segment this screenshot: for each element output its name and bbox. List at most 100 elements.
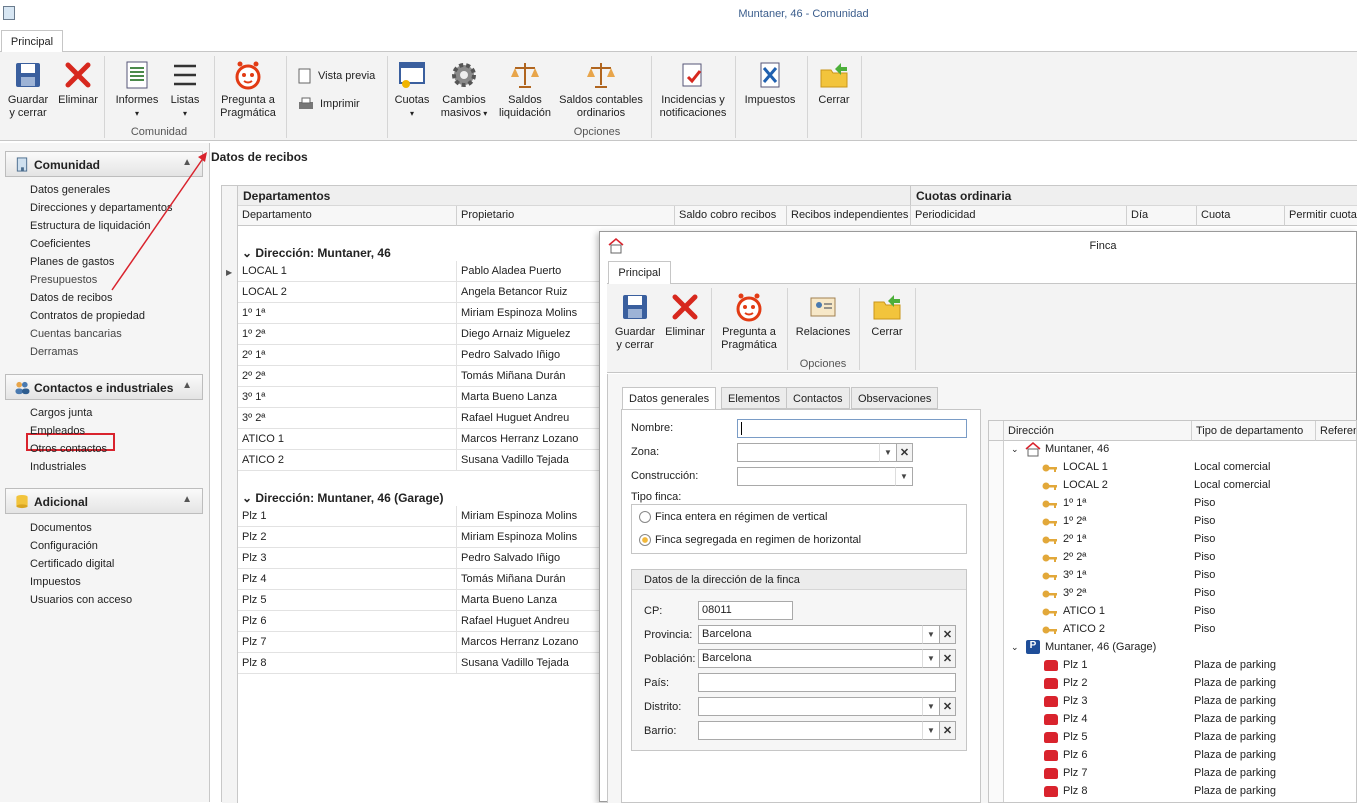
barrio-select[interactable]	[698, 721, 924, 740]
finca-eliminar-button[interactable]: Eliminar	[663, 292, 707, 339]
collapse-icon[interactable]: ▲	[182, 380, 192, 391]
nav-item[interactable]: Certificado digital	[30, 558, 114, 570]
provincia-select[interactable]: Barcelona	[698, 625, 924, 644]
col-header[interactable]: Recibos independientes	[787, 206, 911, 226]
section-contactos[interactable]: Contactos e industriales ▲	[5, 374, 203, 400]
chevron-down-icon[interactable]: ▼	[922, 721, 940, 740]
construccion-select[interactable]	[737, 467, 897, 486]
tree-node[interactable]: ⌄ P Muntaner, 46 (Garage)	[989, 639, 1356, 657]
nav-item[interactable]: Cargos junta	[30, 407, 92, 419]
tree-leaf[interactable]: 1º 1ª Piso	[989, 495, 1356, 513]
chevron-down-icon[interactable]: ⌄	[1011, 444, 1019, 455]
cuotas-button[interactable]: Cuotas ▾	[392, 60, 432, 120]
clear-icon[interactable]: ✕	[939, 697, 956, 716]
nav-item[interactable]: Empleados	[30, 425, 85, 437]
collapse-icon[interactable]: ▲	[182, 157, 192, 168]
nav-item[interactable]: Estructura de liquidación	[30, 220, 150, 232]
group-header[interactable]: ⌄ Dirección: Muntaner, 46 (Garage)	[242, 491, 443, 505]
nav-item[interactable]: Datos generales	[30, 184, 110, 196]
radio-horizontal-label[interactable]: Finca segregada en regimen de horizontal	[655, 534, 861, 546]
tree-leaf[interactable]: 2º 2ª Piso	[989, 549, 1356, 567]
nav-item[interactable]: Direcciones y departamentos	[30, 202, 172, 214]
col-header[interactable]: Permitir cuota	[1285, 206, 1357, 226]
tree-leaf[interactable]: Plz 8 Plaza de parking	[989, 783, 1356, 801]
cambios-masivos-button[interactable]: Cambios masivos ▾	[436, 60, 492, 120]
tree-leaf[interactable]: LOCAL 1 Local comercial	[989, 459, 1356, 477]
section-adicional[interactable]: Adicional ▲	[5, 488, 203, 514]
relaciones-button[interactable]: Relaciones	[793, 292, 853, 339]
impuestos-button[interactable]: Impuestos	[740, 60, 800, 107]
nombre-input[interactable]	[737, 419, 967, 438]
radio-horizontal[interactable]	[639, 534, 651, 546]
nav-item[interactable]: Documentos	[30, 522, 92, 534]
nav-item[interactable]: Impuestos	[30, 576, 81, 588]
zona-select[interactable]	[737, 443, 881, 462]
col-header[interactable]: Periodicidad	[911, 206, 1127, 226]
nav-item[interactable]: Otros contactos	[30, 443, 107, 455]
finca-guardar-button[interactable]: Guardar y cerrar	[610, 292, 660, 352]
chevron-down-icon[interactable]: ▼	[922, 625, 940, 644]
ribbon-tab-principal[interactable]: Principal	[1, 30, 63, 52]
finca-pregunta-button[interactable]: Pregunta a Pragmática	[717, 292, 781, 352]
clear-icon[interactable]: ✕	[939, 625, 956, 644]
nav-item[interactable]: Derramas	[30, 346, 78, 358]
nav-item[interactable]: Contratos de propiedad	[30, 310, 145, 322]
tree-leaf[interactable]: Plz 5 Plaza de parking	[989, 729, 1356, 747]
guardar-button[interactable]: Guardar y cerrar	[5, 60, 51, 120]
nav-item[interactable]: Usuarios con acceso	[30, 594, 132, 606]
tree-col-header[interactable]: Tipo de departamento	[1192, 421, 1316, 441]
col-header[interactable]: Cuota	[1197, 206, 1285, 226]
informes-button[interactable]: Informes ▾	[110, 60, 164, 120]
tree-leaf[interactable]: Plz 6 Plaza de parking	[989, 747, 1356, 765]
clear-icon[interactable]: ✕	[939, 649, 956, 668]
tab-contactos[interactable]: Contactos	[786, 387, 850, 409]
col-header[interactable]: Propietario	[457, 206, 675, 226]
imprimir-button[interactable]: Imprimir	[298, 97, 360, 111]
tree-leaf[interactable]: LOCAL 2 Local comercial	[989, 477, 1356, 495]
nav-item[interactable]: Cuentas bancarias	[30, 328, 122, 340]
tree-leaf[interactable]: Plz 7 Plaza de parking	[989, 765, 1356, 783]
tab-elementos[interactable]: Elementos	[721, 387, 787, 409]
tree-leaf[interactable]: Plz 4 Plaza de parking	[989, 711, 1356, 729]
finca-tab-principal[interactable]: Principal	[608, 261, 671, 284]
nav-item[interactable]: Presupuestos	[30, 274, 97, 286]
tree-leaf[interactable]: 3º 1ª Piso	[989, 567, 1356, 585]
tree-leaf[interactable]: 3º 2ª Piso	[989, 585, 1356, 603]
vista-previa-button[interactable]: Vista previa	[298, 68, 375, 84]
distrito-select[interactable]	[698, 697, 924, 716]
pregunta-button[interactable]: Pregunta a Pragmática	[218, 60, 278, 120]
col-header[interactable]: Departamento	[238, 206, 457, 226]
radio-vertical-label[interactable]: Finca entera en régimen de vertical	[655, 511, 827, 523]
tree-leaf[interactable]: 1º 2ª Piso	[989, 513, 1356, 531]
eliminar-button[interactable]: Eliminar	[56, 60, 100, 107]
finca-cerrar-button[interactable]: Cerrar	[865, 292, 909, 339]
tree-leaf[interactable]: 2º 1ª Piso	[989, 531, 1356, 549]
nav-item[interactable]: Planes de gastos	[30, 256, 114, 268]
nav-item[interactable]: Industriales	[30, 461, 86, 473]
incidencias-button[interactable]: Incidencias y notificaciones	[656, 60, 730, 120]
clear-icon[interactable]: ✕	[939, 721, 956, 740]
group-header[interactable]: ⌄ Dirección: Muntaner, 46	[242, 246, 391, 260]
tree-leaf[interactable]: Plz 1 Plaza de parking	[989, 657, 1356, 675]
saldos-liquidacion-button[interactable]: Saldos liquidación	[496, 60, 554, 120]
col-header[interactable]: Día	[1127, 206, 1197, 226]
tree-node[interactable]: ⌄ Muntaner, 46	[989, 441, 1356, 459]
chevron-down-icon[interactable]: ▼	[922, 649, 940, 668]
listas-button[interactable]: Listas ▾	[166, 60, 204, 120]
radio-vertical[interactable]	[639, 511, 651, 523]
tree-leaf[interactable]: ATICO 1 Piso	[989, 603, 1356, 621]
col-header[interactable]: Saldo cobro recibos	[675, 206, 787, 226]
nav-item-datos-de-recibos[interactable]: Datos de recibos	[30, 292, 113, 304]
chevron-down-icon[interactable]: ▼	[922, 697, 940, 716]
saldos-contables-button[interactable]: Saldos contables ordinarios	[556, 60, 646, 120]
cp-input[interactable]: 08011	[698, 601, 793, 620]
tree-col-header[interactable]: Dirección	[1004, 421, 1192, 441]
poblacion-select[interactable]: Barcelona	[698, 649, 924, 668]
tree-col-header[interactable]: Referencia	[1316, 421, 1356, 441]
chevron-down-icon[interactable]: ⌄	[1011, 642, 1019, 653]
nav-item[interactable]: Configuración	[30, 540, 98, 552]
cerrar-button[interactable]: Cerrar	[812, 60, 856, 107]
chevron-down-icon[interactable]: ▼	[879, 443, 897, 462]
tab-datos-generales[interactable]: Datos generales	[622, 387, 717, 410]
chevron-down-icon[interactable]: ▼	[895, 467, 913, 486]
